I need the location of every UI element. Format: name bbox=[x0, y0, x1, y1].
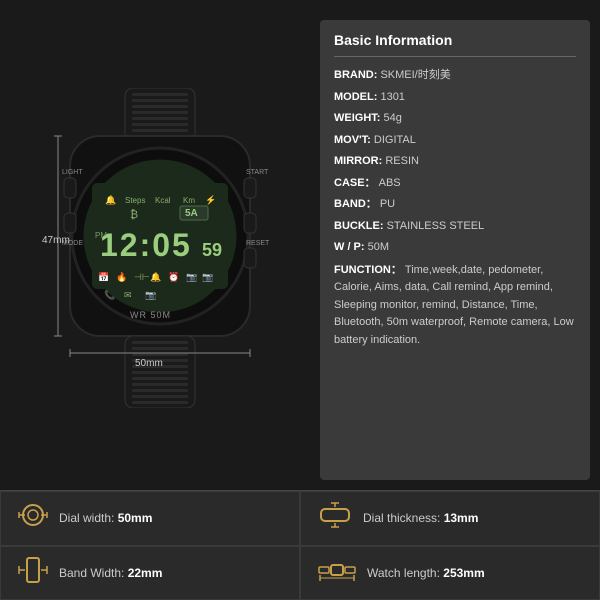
spec-watch-length: Watch length: 253mm bbox=[300, 546, 600, 600]
info-row-buckle: BUCKLE: STAINLESS STEEL bbox=[334, 218, 576, 235]
info-row-mirror: MIRROR: RESIN bbox=[334, 153, 576, 170]
movt-value: DIGITAL bbox=[374, 134, 416, 146]
svg-text:🔥: 🔥 bbox=[116, 271, 127, 282]
brand-value: SKMEI/时刻美 bbox=[380, 69, 450, 81]
band-width-icon bbox=[17, 556, 49, 590]
case-label: CASE： bbox=[334, 177, 379, 189]
model-value: 1301 bbox=[380, 91, 404, 103]
svg-text:📞: 📞 bbox=[104, 289, 116, 300]
svg-text:Kcal: Kcal bbox=[155, 196, 171, 205]
spec-dial-width: Dial width: 50mm bbox=[0, 491, 300, 546]
svg-text:🔔: 🔔 bbox=[105, 195, 116, 205]
svg-text:📅: 📅 bbox=[98, 271, 109, 282]
dial-thickness-text: Dial thickness: 13mm bbox=[363, 511, 478, 525]
dial-thickness-icon bbox=[317, 501, 353, 535]
dial-thickness-value: 13mm bbox=[444, 511, 479, 525]
bottom-specs-bar: Dial width: 50mm Dial thickness: 13mm bbox=[0, 490, 600, 600]
svg-text:47mm: 47mm bbox=[42, 235, 70, 246]
svg-text:📷: 📷 bbox=[202, 272, 213, 282]
case-value: ABS bbox=[379, 177, 401, 189]
spec-dial-thickness: Dial thickness: 13mm bbox=[300, 491, 600, 546]
svg-text:59: 59 bbox=[202, 240, 222, 260]
weight-label: WEIGHT: bbox=[334, 112, 384, 124]
info-row-wp: W / P: 50M bbox=[334, 239, 576, 256]
info-row-brand: BRAND: SKMEI/时刻美 bbox=[334, 67, 576, 84]
svg-text:₿: ₿ bbox=[130, 209, 138, 221]
info-row-movt: MOV'T: DIGITAL bbox=[334, 132, 576, 149]
dial-width-text: Dial width: 50mm bbox=[59, 511, 152, 525]
svg-text:📷: 📷 bbox=[145, 290, 156, 300]
svg-text:✉: ✉ bbox=[124, 290, 132, 300]
dial-width-icon bbox=[17, 501, 49, 535]
info-row-model: MODEL: 1301 bbox=[334, 89, 576, 106]
svg-text:📷: 📷 bbox=[186, 272, 197, 282]
watch-length-value: 253mm bbox=[443, 566, 484, 580]
wp-label: W / P: bbox=[334, 241, 368, 253]
dial-width-value: 50mm bbox=[118, 511, 153, 525]
info-row-case: CASE： ABS bbox=[334, 175, 576, 192]
band-width-value: 22mm bbox=[128, 566, 163, 580]
svg-text:LIGHT: LIGHT bbox=[62, 169, 83, 176]
buckle-label: BUCKLE: bbox=[334, 220, 387, 232]
wp-value: 50M bbox=[368, 241, 389, 253]
svg-text:🔔: 🔔 bbox=[150, 272, 161, 282]
mirror-value: RESIN bbox=[385, 155, 419, 167]
svg-text:Km: Km bbox=[183, 196, 195, 205]
buckle-value: STAINLESS STEEL bbox=[387, 220, 485, 232]
brand-label: BRAND: bbox=[334, 69, 380, 81]
movt-label: MOV'T: bbox=[334, 134, 374, 146]
svg-text:50mm: 50mm bbox=[135, 358, 163, 369]
spec-band-width: Band Width: 22mm bbox=[0, 546, 300, 600]
svg-text:WR 50M: WR 50M bbox=[130, 310, 171, 320]
main-container: LIGHT START MODE RESET 🔔 Steps Kcal Km ⚡ bbox=[0, 0, 600, 600]
mirror-label: MIRROR: bbox=[334, 155, 385, 167]
weight-value: 54g bbox=[384, 112, 402, 124]
info-panel-title: Basic Information bbox=[334, 32, 576, 57]
svg-text:12:05: 12:05 bbox=[100, 227, 192, 263]
model-label: MODEL: bbox=[334, 91, 380, 103]
top-section: LIGHT START MODE RESET 🔔 Steps Kcal Km ⚡ bbox=[0, 0, 600, 490]
band-label: BAND： bbox=[334, 198, 380, 210]
watch-svg: LIGHT START MODE RESET 🔔 Steps Kcal Km ⚡ bbox=[40, 88, 280, 408]
info-panel: Basic Information BRAND: SKMEI/时刻美 MODEL… bbox=[320, 20, 590, 480]
function-label: FUNCTION： bbox=[334, 264, 405, 276]
svg-text:⊣⊢: ⊣⊢ bbox=[134, 272, 150, 282]
watch-length-icon bbox=[317, 556, 357, 590]
info-row-function: FUNCTION： Time,week,date, pedometer, Cal… bbox=[334, 262, 576, 350]
svg-text:START: START bbox=[246, 169, 269, 176]
watch-length-text: Watch length: 253mm bbox=[367, 566, 485, 580]
svg-text:RESET: RESET bbox=[246, 240, 270, 247]
band-value: PU bbox=[380, 198, 395, 210]
svg-text:Steps: Steps bbox=[125, 196, 145, 205]
watch-area: LIGHT START MODE RESET 🔔 Steps Kcal Km ⚡ bbox=[10, 20, 310, 480]
svg-text:⚡: ⚡ bbox=[205, 194, 216, 206]
info-row-weight: WEIGHT: 54g bbox=[334, 110, 576, 127]
band-width-text: Band Width: 22mm bbox=[59, 566, 162, 580]
svg-text:5A: 5A bbox=[185, 208, 198, 219]
svg-text:⏰: ⏰ bbox=[168, 271, 179, 282]
info-row-band: BAND： PU bbox=[334, 196, 576, 213]
